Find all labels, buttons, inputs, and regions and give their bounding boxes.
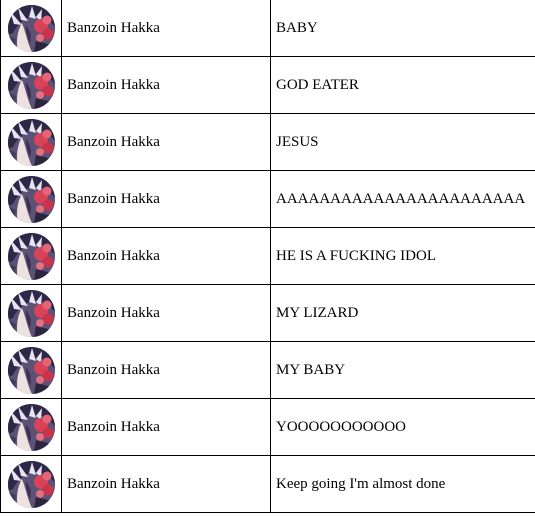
- avatar[interactable]: [8, 460, 55, 508]
- message-cell: GOD EATER: [270, 56, 535, 114]
- username-cell: Banzoin Hakka: [61, 455, 271, 513]
- username: Banzoin Hakka: [67, 305, 160, 321]
- avatar-cell: [0, 398, 62, 456]
- message-text: MY BABY: [276, 362, 346, 378]
- username-cell: Banzoin Hakka: [61, 398, 271, 456]
- avatar-cell: [0, 284, 62, 342]
- message-text: AAAAAAAAAAAAAAAAAAAAAAA: [276, 191, 526, 207]
- avatar[interactable]: [8, 403, 55, 451]
- message-cell: AAAAAAAAAAAAAAAAAAAAAAA: [270, 170, 535, 228]
- avatar-cell: [0, 170, 62, 228]
- message-text: JESUS: [276, 134, 319, 150]
- avatar-cell: [0, 227, 62, 285]
- avatar-portrait-icon: [8, 61, 55, 109]
- avatar-cell: [0, 56, 62, 114]
- avatar-cell: [0, 455, 62, 513]
- username-cell: Banzoin Hakka: [61, 170, 271, 228]
- table-row: Banzoin Hakka MY BABY: [0, 341, 535, 399]
- avatar[interactable]: [8, 289, 55, 337]
- username-cell: Banzoin Hakka: [61, 0, 271, 57]
- avatar-portrait-icon: [8, 403, 55, 451]
- message-cell: HE IS A FUCKING IDOL: [270, 227, 535, 285]
- avatar-portrait-icon: [8, 118, 55, 166]
- avatar-portrait-icon: [8, 175, 55, 223]
- avatar-cell: [0, 341, 62, 399]
- table-row: Banzoin Hakka AAAAAAAAAAAAAAAAAAAAAAA: [0, 170, 535, 228]
- username-cell: Banzoin Hakka: [61, 341, 271, 399]
- message-cell: Keep going I'm almost done: [270, 455, 535, 513]
- message-cell: BABY: [270, 0, 535, 57]
- message-text: YOOOOOOOOOOO: [276, 419, 406, 435]
- table-row: Banzoin Hakka Keep going I'm almost done: [0, 455, 535, 513]
- username-cell: Banzoin Hakka: [61, 56, 271, 114]
- table-row: Banzoin Hakka YOOOOOOOOOOO: [0, 398, 535, 456]
- username: Banzoin Hakka: [67, 20, 160, 36]
- avatar-portrait-icon: [8, 460, 55, 508]
- message-text: GOD EATER: [276, 77, 359, 93]
- username-cell: Banzoin Hakka: [61, 113, 271, 171]
- username: Banzoin Hakka: [67, 362, 160, 378]
- table-row: Banzoin Hakka MY LIZARD: [0, 284, 535, 342]
- message-text: BABY: [276, 20, 318, 36]
- avatar-cell: [0, 113, 62, 171]
- chat-rows: Banzoin Hakka BABY Banzoin Hakka GOD EAT…: [0, 0, 535, 513]
- username: Banzoin Hakka: [67, 248, 160, 264]
- avatar-portrait-icon: [8, 4, 55, 52]
- avatar-cell: [0, 0, 62, 57]
- avatar-portrait-icon: [8, 232, 55, 280]
- avatar-portrait-icon: [8, 289, 55, 337]
- message-cell: YOOOOOOOOOOO: [270, 398, 535, 456]
- username: Banzoin Hakka: [67, 191, 160, 207]
- avatar[interactable]: [8, 4, 55, 52]
- avatar[interactable]: [8, 175, 55, 223]
- username-cell: Banzoin Hakka: [61, 284, 271, 342]
- avatar[interactable]: [8, 61, 55, 109]
- username-cell: Banzoin Hakka: [61, 227, 271, 285]
- avatar[interactable]: [8, 346, 55, 394]
- username: Banzoin Hakka: [67, 77, 160, 93]
- message-cell: MY LIZARD: [270, 284, 535, 342]
- table-row: Banzoin Hakka GOD EATER: [0, 56, 535, 114]
- table-row: Banzoin Hakka JESUS: [0, 113, 535, 171]
- avatar[interactable]: [8, 118, 55, 166]
- message-text: HE IS A FUCKING IDOL: [276, 248, 437, 264]
- avatar-portrait-icon: [8, 346, 55, 394]
- message-text: MY LIZARD: [276, 305, 359, 321]
- table-row: Banzoin Hakka BABY: [0, 0, 535, 57]
- message-cell: MY BABY: [270, 341, 535, 399]
- avatar[interactable]: [8, 232, 55, 280]
- username: Banzoin Hakka: [67, 134, 160, 150]
- username: Banzoin Hakka: [67, 476, 160, 492]
- message-cell: JESUS: [270, 113, 535, 171]
- chat-table: Banzoin Hakka BABY Banzoin Hakka GOD EAT…: [0, 0, 535, 513]
- username: Banzoin Hakka: [67, 419, 160, 435]
- table-row: Banzoin Hakka HE IS A FUCKING IDOL: [0, 227, 535, 285]
- message-text: Keep going I'm almost done: [276, 476, 446, 492]
